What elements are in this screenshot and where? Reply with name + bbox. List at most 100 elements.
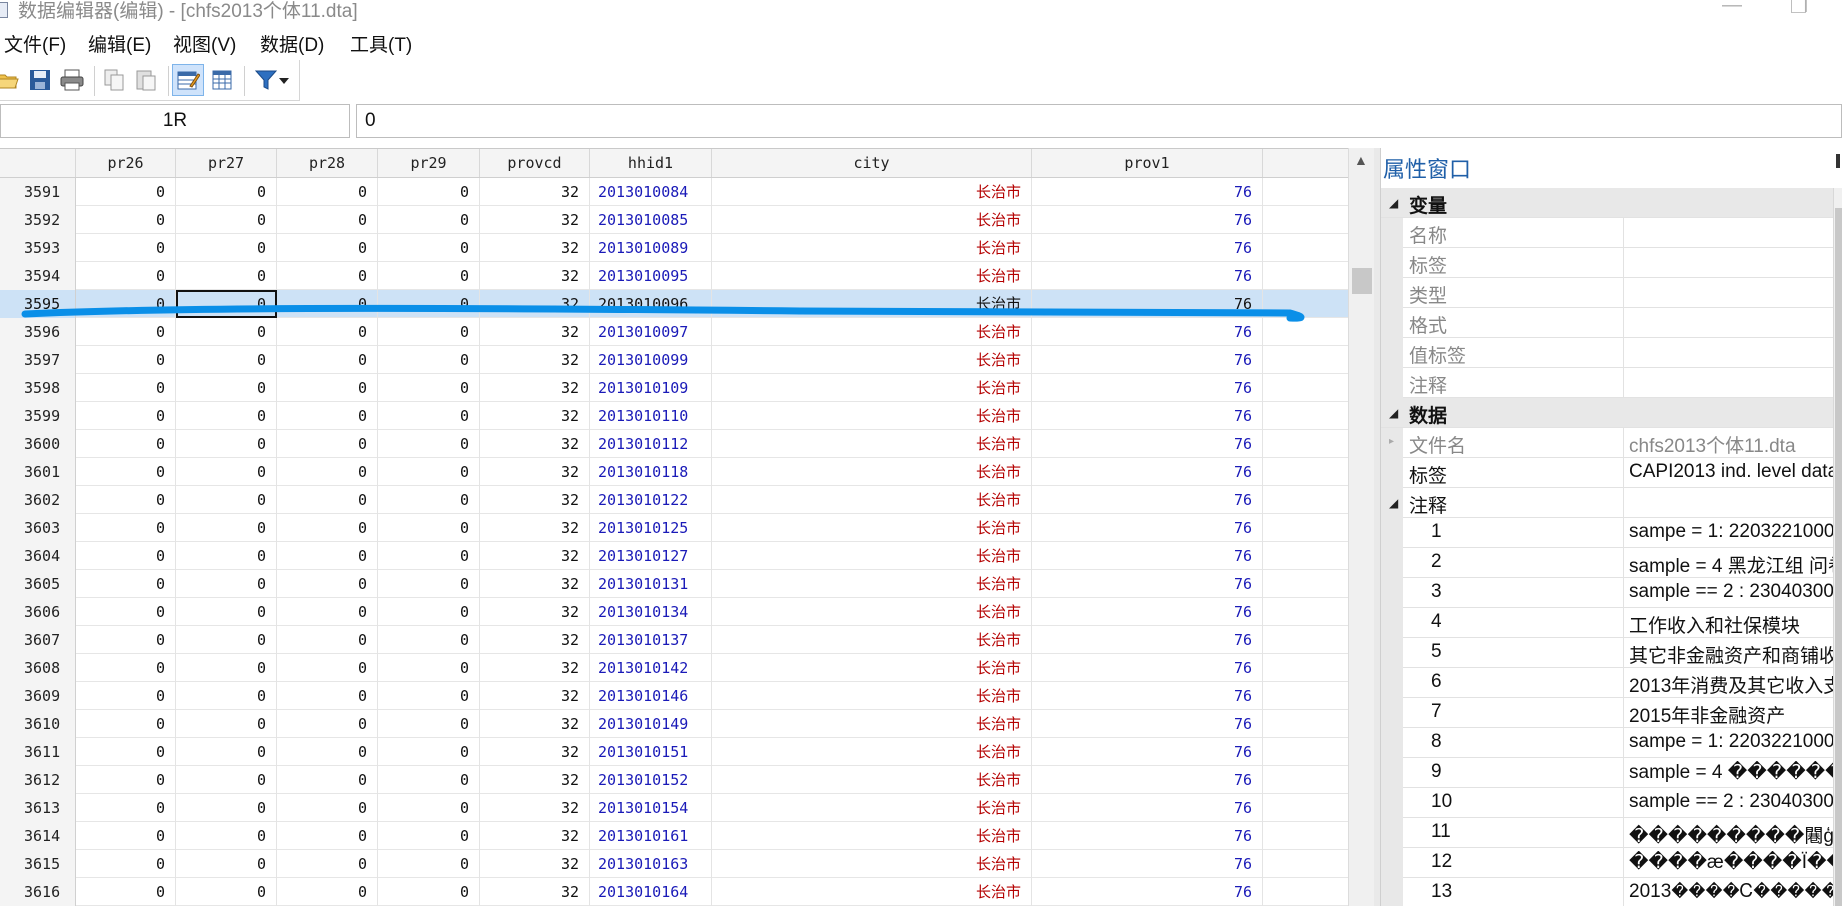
collapse-icon[interactable]: ◢ (1389, 196, 1398, 210)
cell-hhid1[interactable]: 2013010137 (590, 626, 712, 654)
menu-data[interactable]: 数据(D) (260, 30, 324, 57)
cell-pr26[interactable]: 0 (76, 598, 176, 626)
cell-provcd[interactable]: 32 (480, 570, 590, 598)
cell-provcd[interactable]: 32 (480, 850, 590, 878)
cell-pr26[interactable]: 0 (76, 402, 176, 430)
cell-pr28[interactable]: 0 (277, 178, 378, 206)
cell-pr26[interactable]: 0 (76, 710, 176, 738)
cell-provcd[interactable]: 32 (480, 514, 590, 542)
cell-pr29[interactable]: 0 (378, 374, 480, 402)
save-icon[interactable] (24, 64, 56, 96)
cell-provcd[interactable]: 32 (480, 234, 590, 262)
cell-hhid1[interactable]: 2013010089 (590, 234, 712, 262)
cell-prov1[interactable]: 76 (1032, 486, 1263, 514)
table-row[interactable]: 3591 0 0 0 0 32 2013010084 长治市 76 (0, 178, 1348, 206)
cell-city[interactable]: 长治市 (712, 486, 1032, 514)
cell-pr27[interactable]: 0 (176, 290, 277, 318)
scroll-thumb[interactable] (1352, 268, 1372, 294)
cell-pr28[interactable]: 0 (277, 570, 378, 598)
cell-provcd[interactable]: 32 (480, 318, 590, 346)
cell-provcd[interactable]: 32 (480, 402, 590, 430)
column-header-pr29[interactable]: pr29 (378, 149, 480, 177)
cell-pr29[interactable]: 0 (378, 346, 480, 374)
table-row[interactable]: 3607 0 0 0 0 32 2013010137 长治市 76 (0, 626, 1348, 654)
cell-hhid1[interactable]: 2013010096 (590, 290, 712, 318)
cell-pr26[interactable]: 0 (76, 486, 176, 514)
cell-pr28[interactable]: 0 (277, 542, 378, 570)
cell-pr29[interactable]: 0 (378, 654, 480, 682)
row-number[interactable]: 3613 (0, 794, 76, 822)
cell-provcd[interactable]: 32 (480, 822, 590, 850)
cell-pr27[interactable]: 0 (176, 178, 277, 206)
cell-provcd[interactable]: 32 (480, 542, 590, 570)
table-row[interactable]: 3592 0 0 0 0 32 2013010085 长治市 76 (0, 206, 1348, 234)
cell-city[interactable]: 长治市 (712, 794, 1032, 822)
cell-prov1[interactable]: 76 (1032, 206, 1263, 234)
cell-prov1[interactable]: 76 (1032, 682, 1263, 710)
cell-pr28[interactable]: 0 (277, 598, 378, 626)
print-icon[interactable] (56, 64, 88, 96)
cell-pr29[interactable]: 0 (378, 318, 480, 346)
cell-pr29[interactable]: 0 (378, 626, 480, 654)
scroll-up-icon[interactable]: ▲ (1354, 152, 1368, 168)
row-number[interactable]: 3611 (0, 738, 76, 766)
cell-pr27[interactable]: 0 (176, 598, 277, 626)
cell-provcd[interactable]: 32 (480, 374, 590, 402)
column-header-hhid1[interactable]: hhid1 (590, 149, 712, 177)
cell-city[interactable]: 长治市 (712, 262, 1032, 290)
edit-mode-icon[interactable] (172, 64, 204, 96)
note-row[interactable]: 2 sample = 4 黑龙江组 问卷 (1381, 548, 1833, 578)
cell-pr28[interactable]: 0 (277, 374, 378, 402)
cell-hhid1[interactable]: 2013010151 (590, 738, 712, 766)
cell-pr26[interactable]: 0 (76, 430, 176, 458)
table-row[interactable]: 3593 0 0 0 0 32 2013010089 长治市 76 (0, 234, 1348, 262)
cell-pr28[interactable]: 0 (277, 710, 378, 738)
cell-prov1[interactable]: 76 (1032, 542, 1263, 570)
table-row[interactable]: 3601 0 0 0 0 32 2013010118 长治市 76 (0, 458, 1348, 486)
cell-pr29[interactable]: 0 (378, 290, 480, 318)
cell-pr29[interactable]: 0 (378, 178, 480, 206)
cell-hhid1[interactable]: 2013010118 (590, 458, 712, 486)
cell-city[interactable]: 长治市 (712, 710, 1032, 738)
cell-provcd[interactable]: 32 (480, 178, 590, 206)
cell-pr26[interactable]: 0 (76, 850, 176, 878)
cell-pr28[interactable]: 0 (277, 262, 378, 290)
variable-property-row[interactable]: 值标签 (1381, 338, 1833, 368)
table-row[interactable]: 3610 0 0 0 0 32 2013010149 长治市 76 (0, 710, 1348, 738)
cell-hhid1[interactable]: 2013010146 (590, 682, 712, 710)
notes-row[interactable]: ◢ 注释 (1381, 488, 1833, 518)
row-number[interactable]: 3603 (0, 514, 76, 542)
cell-hhid1[interactable]: 2013010142 (590, 654, 712, 682)
grid-vertical-scrollbar[interactable]: ▲ (1348, 148, 1375, 906)
cell-pr28[interactable]: 0 (277, 738, 378, 766)
cell-prov1[interactable]: 76 (1032, 402, 1263, 430)
row-number[interactable]: 3606 (0, 598, 76, 626)
cell-prov1[interactable]: 76 (1032, 290, 1263, 318)
menu-file[interactable]: 文件(F) (4, 30, 66, 57)
cell-hhid1[interactable]: 2013010154 (590, 794, 712, 822)
table-row[interactable]: 3608 0 0 0 0 32 2013010142 长治市 76 (0, 654, 1348, 682)
header-corner[interactable] (0, 149, 76, 177)
row-number[interactable]: 3610 (0, 710, 76, 738)
cell-pr29[interactable]: 0 (378, 878, 480, 906)
cell-prov1[interactable]: 76 (1032, 234, 1263, 262)
note-row[interactable]: 12 ����æ����Ï�������� (1381, 848, 1833, 878)
table-row[interactable]: 3604 0 0 0 0 32 2013010127 长治市 76 (0, 542, 1348, 570)
cell-hhid1[interactable]: 2013010099 (590, 346, 712, 374)
open-icon[interactable] (0, 64, 24, 96)
cell-pr28[interactable]: 0 (277, 430, 378, 458)
cell-hhid1[interactable]: 2013010112 (590, 430, 712, 458)
cell-pr27[interactable]: 0 (176, 878, 277, 906)
cell-pr27[interactable]: 0 (176, 626, 277, 654)
cell-pr29[interactable]: 0 (378, 850, 480, 878)
cell-pr28[interactable]: 0 (277, 654, 378, 682)
row-number[interactable]: 3599 (0, 402, 76, 430)
row-number[interactable]: 3616 (0, 878, 76, 906)
cell-pr26[interactable]: 0 (76, 262, 176, 290)
row-number[interactable]: 3594 (0, 262, 76, 290)
cell-pr29[interactable]: 0 (378, 458, 480, 486)
cell-pr26[interactable]: 0 (76, 626, 176, 654)
cell-pr29[interactable]: 0 (378, 738, 480, 766)
cell-pr27[interactable]: 0 (176, 850, 277, 878)
cell-pr28[interactable]: 0 (277, 794, 378, 822)
